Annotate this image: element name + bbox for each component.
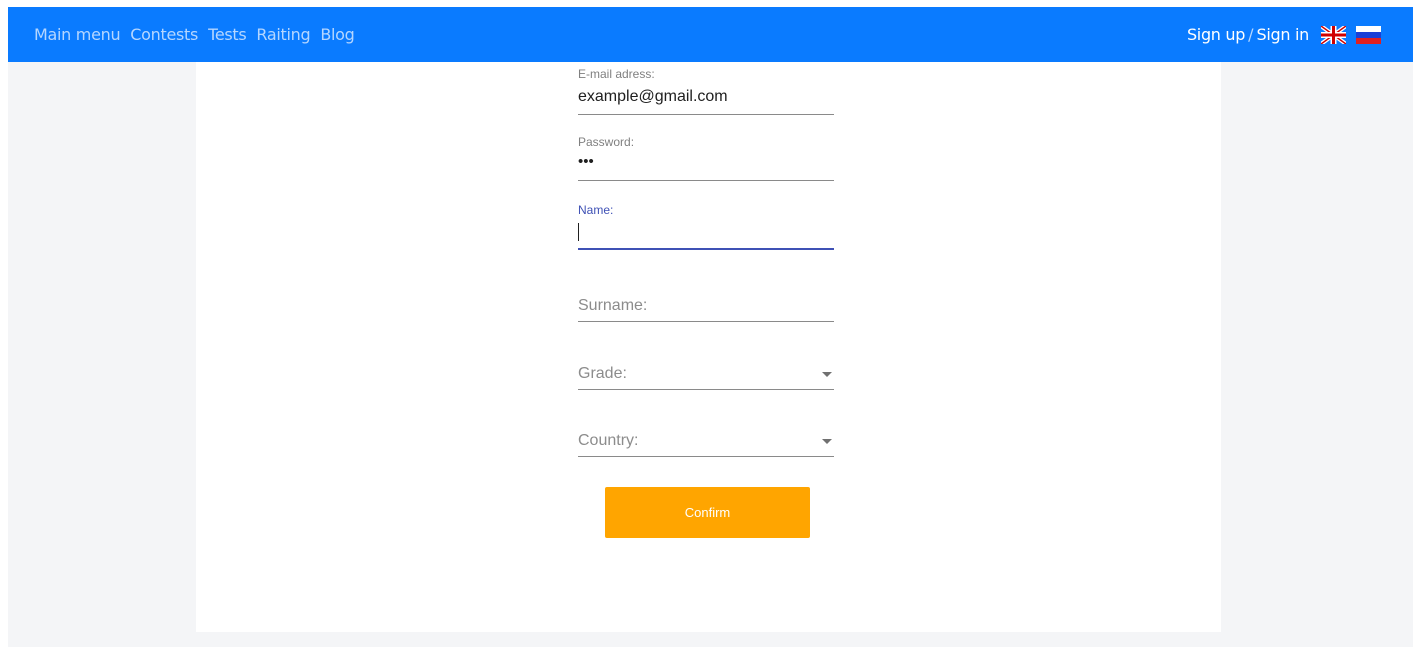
chevron-down-icon — [822, 372, 832, 377]
surname-input[interactable]: Surname: — [578, 297, 647, 315]
email-underline — [578, 114, 834, 115]
registration-card: E-mail adress: example@gmail.com Passwor… — [196, 62, 1221, 632]
name-label: Name: — [578, 203, 614, 217]
ru-flag-icon[interactable] — [1356, 25, 1381, 44]
top-navbar: Main menu Contests Tests Raiting Blog Si… — [8, 7, 1413, 62]
nav-tests[interactable]: Tests — [208, 25, 247, 44]
surname-field-group[interactable]: Surname: — [578, 287, 834, 322]
nav-links: Main menu Contests Tests Raiting Blog — [34, 7, 365, 62]
country-select[interactable]: Country: — [578, 422, 834, 457]
nav-raiting[interactable]: Raiting — [256, 25, 310, 44]
grade-select[interactable]: Grade: — [578, 355, 834, 390]
email-label: E-mail adress: — [578, 67, 655, 81]
name-underline — [578, 248, 834, 250]
text-caret — [578, 223, 579, 241]
grade-underline — [578, 389, 834, 390]
sign-up-link[interactable]: Sign up — [1187, 25, 1245, 44]
password-field-group: Password: ••• — [578, 135, 834, 185]
country-placeholder: Country: — [578, 432, 639, 449]
chevron-down-icon — [822, 439, 832, 444]
sign-in-link[interactable]: Sign in — [1257, 25, 1310, 44]
auth-area: Sign up / Sign in — [1187, 7, 1381, 62]
nav-contests[interactable]: Contests — [130, 25, 198, 44]
uk-flag-icon[interactable] — [1321, 25, 1346, 44]
country-underline — [578, 456, 834, 457]
email-field-group: E-mail adress: example@gmail.com — [578, 67, 834, 117]
nav-blog[interactable]: Blog — [320, 25, 354, 44]
auth-separator: / — [1248, 25, 1254, 44]
page-background: Main menu Contests Tests Raiting Blog Si… — [8, 7, 1413, 647]
surname-underline — [578, 321, 834, 322]
password-input[interactable]: ••• — [578, 153, 594, 170]
email-input[interactable]: example@gmail.com — [578, 88, 728, 106]
grade-placeholder: Grade: — [578, 365, 627, 382]
password-underline — [578, 180, 834, 181]
password-label: Password: — [578, 135, 635, 149]
confirm-button[interactable]: Confirm — [605, 487, 810, 538]
name-field-group: Name: — [578, 203, 834, 253]
nav-main-menu[interactable]: Main menu — [34, 25, 121, 44]
